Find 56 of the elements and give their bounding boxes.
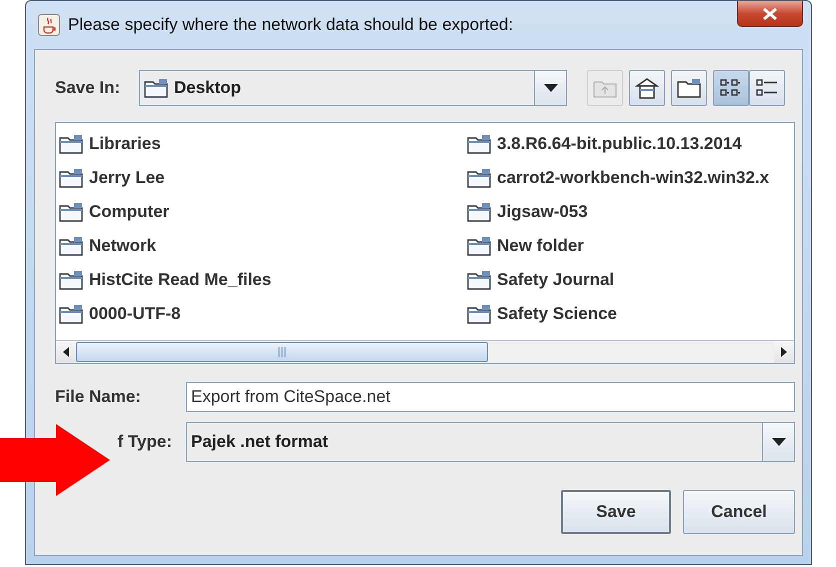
right-arrow-icon — [781, 347, 787, 357]
file-item[interactable]: Jerry Lee — [59, 161, 467, 195]
caret-icon — [544, 84, 558, 92]
file-type-dropdown[interactable]: Pajek .net format — [186, 422, 795, 462]
folder-icon — [467, 270, 491, 290]
folder-icon — [467, 202, 491, 222]
file-item[interactable]: carrot2-workbench-win32.win32.x — [467, 161, 794, 195]
scroll-left-button[interactable] — [56, 341, 76, 363]
java-cup-icon — [38, 14, 60, 36]
folder-icon — [144, 78, 168, 98]
horizontal-scrollbar[interactable] — [56, 340, 794, 363]
file-item[interactable]: Libraries — [59, 127, 467, 161]
folder-icon — [467, 168, 491, 188]
file-type-label: f Type: — [118, 432, 172, 452]
view-toggle-button[interactable] — [713, 70, 749, 106]
folder-icon — [467, 134, 491, 154]
folder-icon — [467, 304, 491, 324]
caret-icon — [772, 438, 786, 446]
close-button[interactable] — [737, 1, 803, 27]
toolbar-button[interactable] — [671, 70, 707, 106]
folder-icon — [677, 78, 701, 98]
save-in-label: Save In: — [55, 78, 122, 98]
file-name-field[interactable]: Export from CiteSpace.net — [186, 382, 795, 412]
dialog-button[interactable]: Save — [561, 490, 671, 534]
window-title: Please specify where the network data should be exported: — [68, 15, 514, 35]
toolbar-button[interactable] — [629, 70, 665, 106]
file-item[interactable]: 3.8.R6.64-bit.public.10.13.2014 — [467, 127, 794, 161]
folder-icon — [59, 134, 83, 154]
file-item[interactable]: 0000-UTF-8 — [59, 297, 467, 331]
file-item[interactable]: Network — [59, 229, 467, 263]
file-type-value: Pajek .net format — [191, 432, 328, 452]
home-icon — [635, 76, 659, 100]
grip-icon — [278, 347, 286, 357]
file-item[interactable]: Jigsaw-053 — [467, 195, 794, 229]
folder-icon — [467, 236, 491, 256]
dropdown-button[interactable] — [762, 423, 794, 461]
file-name-label: File Name: — [55, 387, 142, 407]
scroll-right-button[interactable] — [774, 341, 794, 363]
file-item[interactable]: Computer — [59, 195, 467, 229]
file-item[interactable]: New folder — [467, 229, 794, 263]
dialog-button[interactable]: Cancel — [683, 490, 795, 534]
file-item[interactable]: Safety Journal — [467, 263, 794, 297]
folder-icon — [59, 270, 83, 290]
folder-icon — [59, 202, 83, 222]
folder-icon — [59, 304, 83, 324]
left-arrow-icon — [63, 347, 69, 357]
close-icon — [763, 8, 777, 20]
folder-icon — [59, 168, 83, 188]
save-in-value: Desktop — [174, 78, 242, 98]
dropdown-button[interactable] — [534, 71, 566, 105]
folder-icon — [59, 236, 83, 256]
view-toggle-button[interactable] — [749, 70, 785, 106]
save-in-dropdown[interactable]: Desktop — [139, 70, 567, 106]
file-item[interactable]: HistCite Read Me_files — [59, 263, 467, 297]
file-item[interactable]: Safety Science — [467, 297, 794, 331]
scroll-thumb[interactable] — [76, 342, 488, 362]
